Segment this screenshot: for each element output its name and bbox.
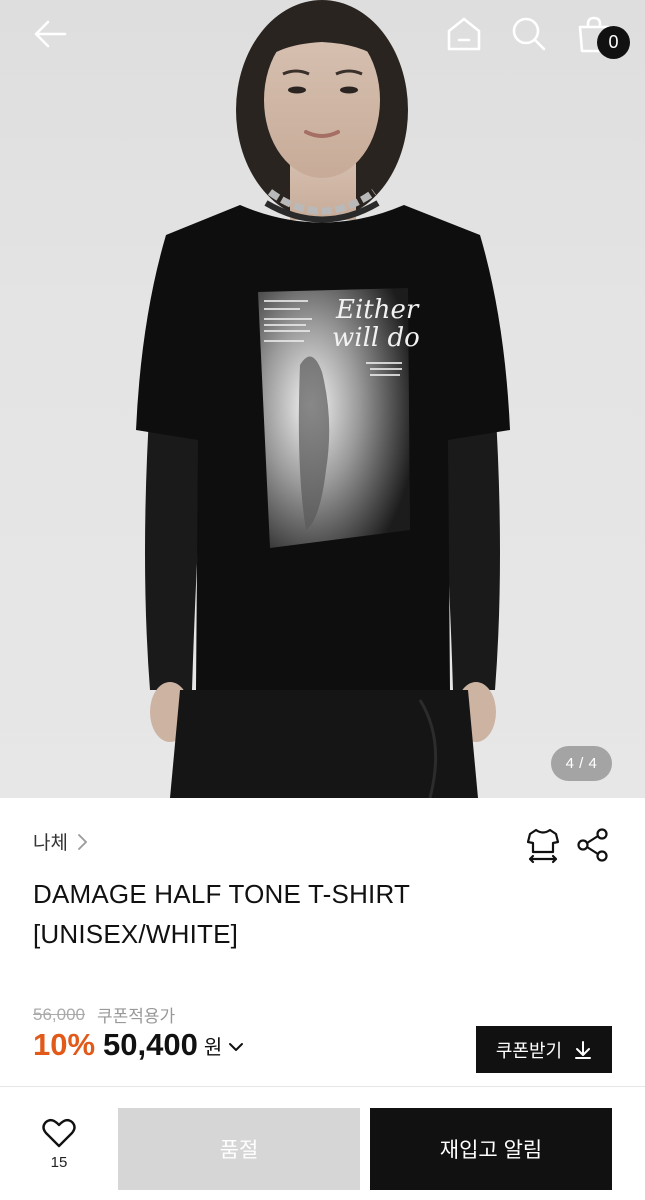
product-photo: Either will do	[136, 0, 510, 798]
tshirt-size-icon	[526, 828, 560, 864]
heart-icon	[42, 1118, 76, 1148]
coupon-button-label: 쿠폰받기	[495, 1040, 563, 1061]
product-title: DAMAGE HALF TONE T-SHIRT [UNISEX/WHITE]	[33, 874, 593, 954]
top-navigation-bar: 0	[0, 0, 645, 70]
original-price: 56,000	[33, 1004, 85, 1024]
download-icon	[575, 1040, 592, 1059]
arrow-left-icon	[34, 20, 67, 48]
print-headline-line1: Either	[335, 295, 420, 325]
home-button[interactable]	[442, 12, 486, 56]
currency-label: 원	[203, 1036, 223, 1059]
restock-alert-button[interactable]: 재입고 알림	[370, 1108, 612, 1190]
product-title-line2: [UNISEX/WHITE]	[33, 919, 239, 949]
download-coupon-button[interactable]: 쿠폰받기	[476, 1026, 612, 1073]
bottom-bar-divider	[0, 1086, 645, 1087]
brand-name: 나체	[33, 833, 68, 854]
like-button[interactable]: 15	[26, 1118, 92, 1184]
chevron-down-icon	[229, 1042, 244, 1051]
discount-rate: 10%	[33, 1027, 96, 1062]
share-icon	[577, 828, 608, 862]
home-icon	[447, 17, 481, 51]
brand-link[interactable]: 나체	[33, 828, 88, 855]
product-title-line1: DAMAGE HALF TONE T-SHIRT	[33, 879, 411, 909]
product-image-gallery[interactable]: Either will do 0 4 / 4	[0, 0, 645, 798]
size-guide-button[interactable]	[524, 826, 562, 864]
share-button[interactable]	[574, 826, 612, 864]
sale-price-row: 10% 50,400 원	[33, 1027, 244, 1063]
coupon-price-note: 쿠폰적용가	[97, 1007, 176, 1026]
search-icon	[512, 17, 546, 51]
chevron-right-icon	[78, 833, 88, 850]
search-button[interactable]	[507, 12, 551, 56]
soldout-button: 품절	[118, 1108, 360, 1190]
cart-count-badge: 0	[597, 26, 630, 59]
sale-price: 50,400	[103, 1027, 198, 1062]
original-price-row: 56,000 쿠폰적용가	[33, 1002, 175, 1027]
print-headline-line2: will do	[332, 323, 420, 353]
image-counter: 4 / 4	[551, 746, 612, 781]
like-count: 15	[50, 1154, 68, 1171]
price-detail-toggle[interactable]	[228, 1041, 244, 1053]
back-button[interactable]	[28, 14, 72, 54]
